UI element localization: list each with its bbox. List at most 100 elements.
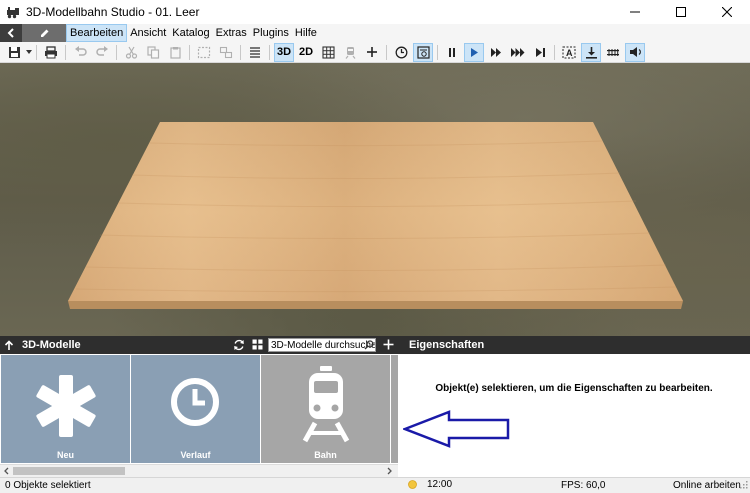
save-dropdown[interactable] — [25, 43, 33, 62]
tiles-icon — [252, 339, 263, 350]
title-bar: 3D-Modellbahn Studio - 01. Leer — [0, 0, 750, 24]
properties-panel-header: Eigenschaften — [398, 336, 750, 354]
grid-button[interactable] — [318, 43, 338, 62]
tile-bahn[interactable]: Bahn — [261, 355, 390, 463]
sun-icon — [408, 480, 417, 489]
schedule-icon — [416, 45, 430, 59]
online-status[interactable]: Online arbeiten — [673, 480, 741, 491]
text-frame-icon: A — [562, 46, 576, 58]
faster-forward-button[interactable] — [508, 43, 528, 62]
snap-button[interactable] — [581, 42, 601, 62]
redo-icon — [95, 46, 108, 56]
add-button[interactable] — [362, 43, 382, 62]
menu-bearbeiten[interactable]: Bearbeiten — [66, 24, 128, 42]
redo-button[interactable] — [92, 43, 112, 62]
layers-button[interactable] — [245, 43, 265, 62]
play-button[interactable] — [464, 42, 484, 62]
models-panel-title: 3D-Modelle — [22, 339, 81, 351]
models-panel: Neu Verlauf Bahn — [0, 354, 398, 464]
chevron-left-icon — [7, 28, 14, 38]
train-icon — [302, 366, 350, 443]
3d-viewport[interactable] — [0, 63, 750, 336]
cut-button[interactable] — [121, 43, 141, 62]
pencil-icon — [40, 29, 48, 37]
paste-button[interactable] — [165, 43, 185, 62]
print-button[interactable] — [41, 43, 61, 62]
menu-extras[interactable]: Extras — [213, 24, 250, 42]
chevron-left-icon — [4, 467, 9, 475]
models-search-input[interactable]: 3D-Modelle durchsuchen — [268, 338, 376, 352]
scroll-left-button[interactable] — [0, 465, 12, 477]
save-button[interactable] — [4, 43, 24, 62]
edit-mode-button[interactable] — [22, 24, 66, 42]
clock-small-icon — [395, 46, 407, 58]
minimize-button[interactable] — [612, 0, 658, 24]
undo-button[interactable] — [70, 43, 90, 62]
fast-forward-button[interactable] — [486, 43, 506, 62]
properties-hint: Objekt(e) selektieren, um die Eigenschaf… — [435, 383, 713, 394]
select-area-button[interactable] — [194, 43, 214, 62]
menu-katalog[interactable]: Katalog — [169, 24, 212, 42]
svg-text:A: A — [566, 48, 573, 58]
refresh-button[interactable] — [233, 339, 245, 351]
search-icon — [364, 340, 374, 351]
scrollbar-thumb[interactable] — [13, 467, 125, 475]
resize-grip-icon[interactable] — [739, 480, 748, 492]
menu-plugins[interactable]: Plugins — [250, 24, 292, 42]
rails-icon — [607, 48, 619, 56]
pause-icon — [449, 47, 455, 57]
plus-icon — [367, 47, 377, 57]
maximize-button[interactable] — [658, 0, 704, 24]
time-button[interactable] — [391, 43, 411, 62]
app-logo-icon — [6, 5, 20, 19]
back-button[interactable] — [0, 24, 22, 42]
view-2d-button[interactable]: 2D — [296, 43, 316, 62]
list-icon — [250, 46, 260, 58]
menu-bar: Bearbeiten Ansicht Katalog Extras Plugin… — [0, 24, 750, 42]
tile-verlauf[interactable]: Verlauf — [131, 355, 260, 463]
tile-partial[interactable] — [391, 355, 398, 463]
view-3d-button[interactable]: 3D — [274, 42, 294, 62]
skip-forward-icon — [535, 47, 545, 57]
tile-label: Bahn — [314, 450, 337, 460]
window-title: 3D-Modellbahn Studio - 01. Leer — [26, 5, 200, 19]
status-bar: 0 Objekte selektiert 12:00 FPS: 60,0 Onl… — [0, 477, 750, 493]
tile-neu[interactable]: Neu — [1, 355, 130, 463]
text-label-button[interactable]: A — [559, 43, 579, 62]
time-value: 12:00 — [427, 479, 453, 490]
menu-ansicht[interactable]: Ansicht — [127, 24, 169, 42]
clock-icon — [171, 378, 219, 426]
pause-button[interactable] — [442, 43, 462, 62]
timetable-button[interactable] — [413, 42, 433, 62]
triple-forward-icon — [511, 47, 525, 57]
play-icon — [471, 47, 478, 57]
caret-down-icon — [26, 50, 32, 54]
arrow-up-icon — [4, 339, 14, 350]
group-button[interactable] — [216, 43, 236, 62]
menu-hilfe[interactable]: Hilfe — [292, 24, 320, 42]
clipboard-icon — [169, 46, 181, 59]
driver-view-button[interactable] — [340, 43, 360, 62]
plus-icon — [383, 339, 394, 350]
collapse-up-button[interactable] — [0, 339, 18, 351]
close-icon — [722, 7, 732, 17]
scroll-right-button[interactable] — [384, 465, 396, 477]
baseplate-side — [68, 301, 683, 309]
track-button[interactable] — [603, 43, 623, 62]
sound-button[interactable] — [625, 42, 645, 62]
copy-button[interactable] — [143, 43, 163, 62]
add-model-button[interactable] — [383, 339, 394, 350]
train-small-icon — [345, 46, 355, 59]
tile-view-button[interactable] — [252, 339, 263, 350]
group-icon — [219, 46, 233, 58]
close-button[interactable] — [704, 0, 750, 24]
printer-icon — [45, 45, 57, 58]
asterisk-icon — [36, 375, 96, 437]
chevron-right-icon — [387, 467, 392, 475]
speaker-icon — [629, 47, 641, 57]
tile-label: Verlauf — [180, 450, 211, 460]
models-scrollbar[interactable] — [0, 464, 398, 477]
scissors-icon — [125, 46, 137, 59]
time-status[interactable]: 12:00 — [408, 479, 452, 490]
skip-button[interactable] — [530, 43, 550, 62]
